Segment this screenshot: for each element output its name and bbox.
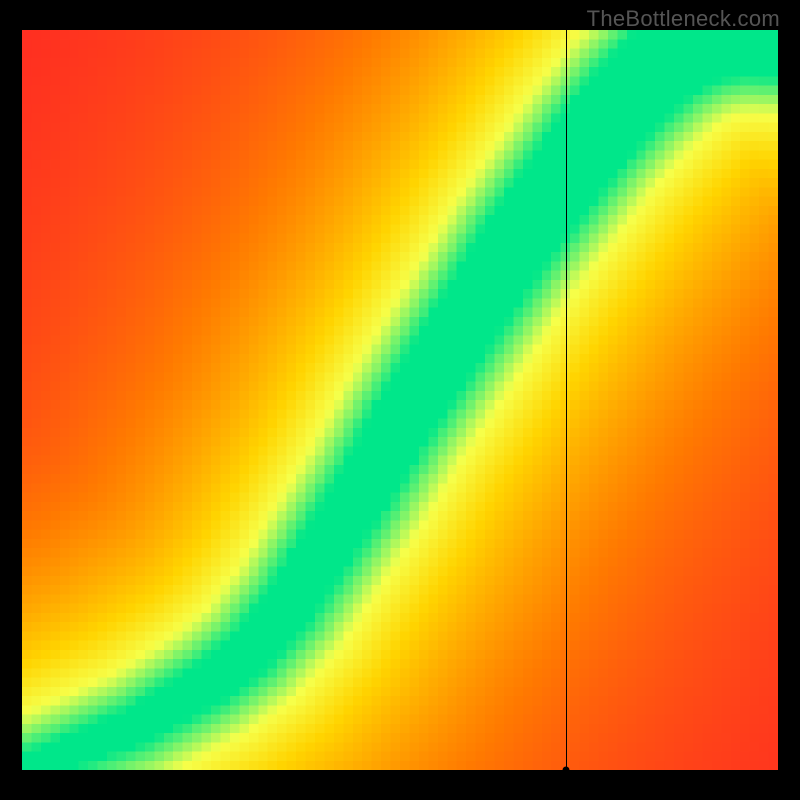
plot-area bbox=[22, 30, 778, 770]
heatmap-canvas bbox=[22, 30, 778, 770]
watermark-text: TheBottleneck.com bbox=[587, 6, 780, 32]
crosshair-vertical bbox=[566, 30, 567, 770]
chart-container: TheBottleneck.com bbox=[0, 0, 800, 800]
marker-dot bbox=[563, 767, 570, 774]
crosshair-horizontal bbox=[22, 770, 778, 771]
